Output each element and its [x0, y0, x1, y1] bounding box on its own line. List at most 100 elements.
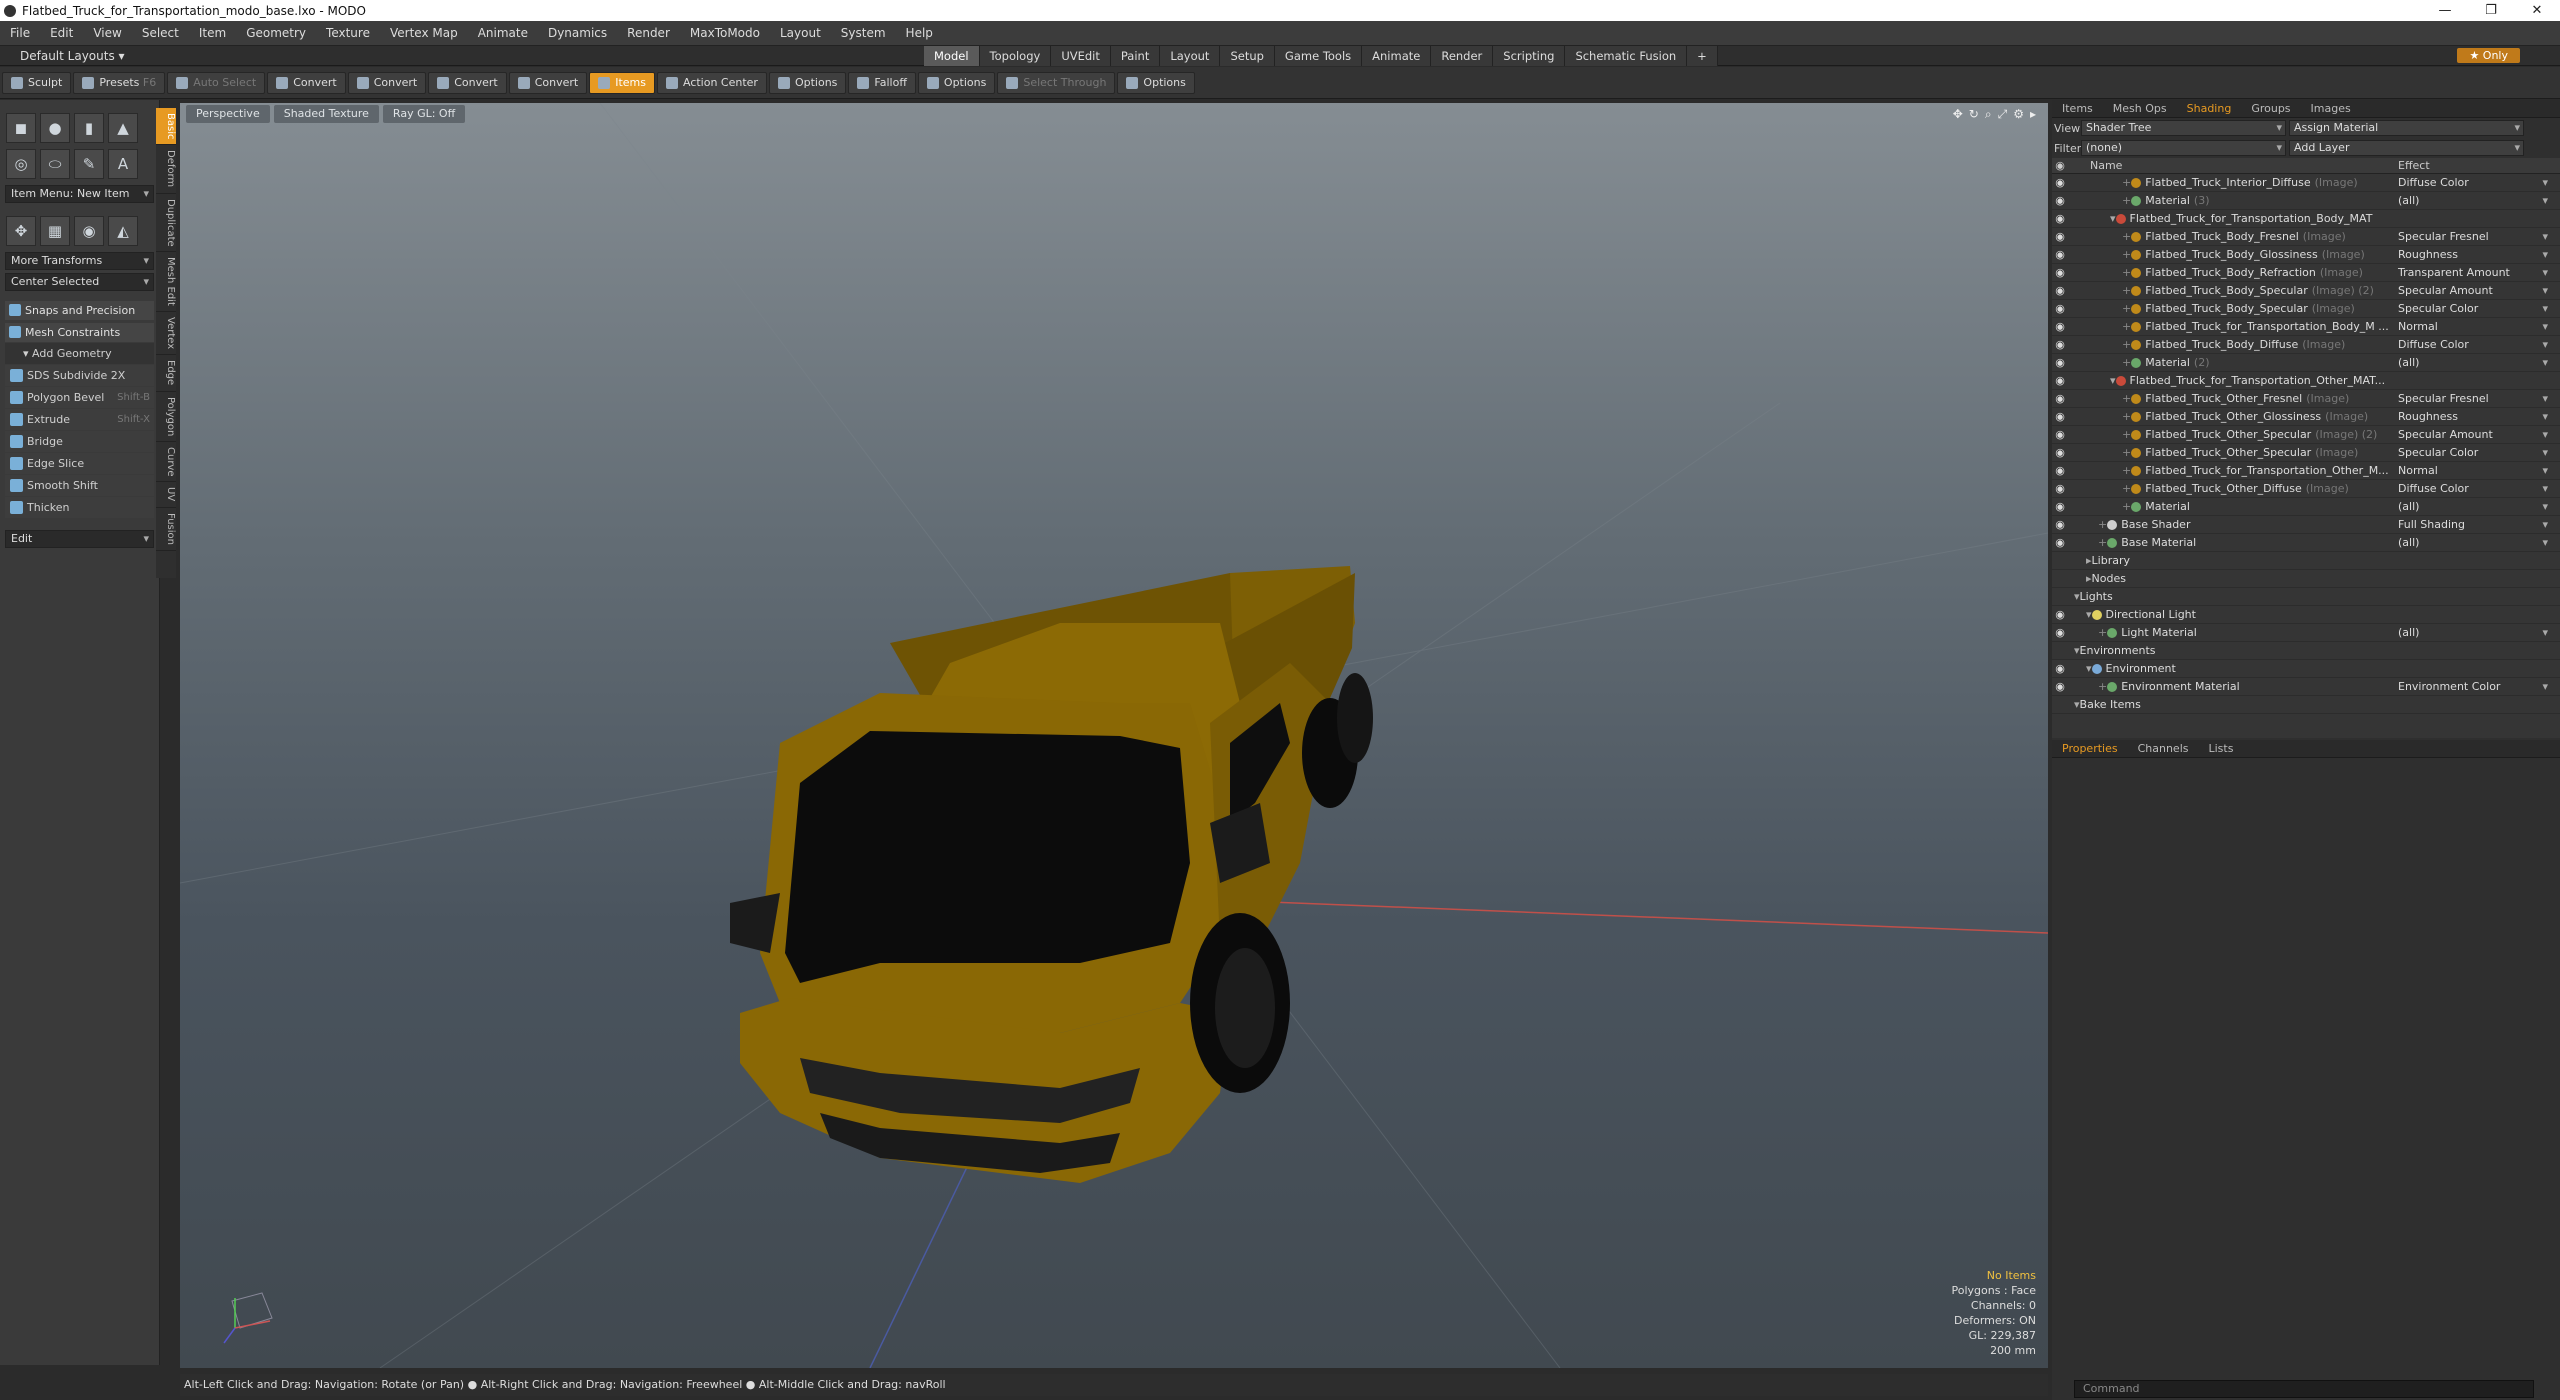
layer-effect[interactable]: (all): [2394, 536, 2552, 549]
thicken-button[interactable]: Thicken: [5, 497, 154, 518]
assign-material-dropdown[interactable]: Assign Material: [2289, 120, 2524, 136]
edge-slice-button[interactable]: Edge Slice: [5, 453, 154, 474]
layer-effect[interactable]: Specular Fresnel: [2394, 392, 2552, 405]
layer-effect[interactable]: Transparent Amount: [2394, 266, 2552, 279]
shader-tree-row[interactable]: ◉ + Flatbed_Truck_for_Transportation_Body…: [2052, 318, 2560, 336]
visibility-toggle-icon[interactable]: ◉: [2052, 266, 2068, 279]
text-icon[interactable]: A: [108, 149, 138, 179]
auto-select-button[interactable]: Auto Select: [167, 71, 266, 94]
only-toggle[interactable]: ★ Only: [2457, 48, 2520, 63]
cylinder-icon[interactable]: ▮: [74, 113, 104, 143]
pan-icon[interactable]: ✥: [1953, 107, 1963, 122]
menu-geometry[interactable]: Geometry: [236, 26, 316, 40]
shader-tree-row[interactable]: ◉ ▾ Environment: [2052, 660, 2560, 678]
action-center-button[interactable]: Action Center: [656, 71, 767, 94]
shader-tree-row[interactable]: ▸ Library: [2052, 552, 2560, 570]
shader-tree-row[interactable]: ◉ + Flatbed_Truck_Other_Specular (Image) (…: [2052, 426, 2560, 444]
layer-effect[interactable]: (all): [2394, 356, 2552, 369]
fit-icon[interactable]: ⤢: [1998, 107, 2008, 122]
menu-view[interactable]: View: [83, 26, 131, 40]
expand-plus-icon[interactable]: +: [2122, 338, 2131, 351]
layer-effect[interactable]: Environment Color: [2394, 680, 2552, 693]
grid-icon[interactable]: ▦: [40, 216, 70, 246]
move-icon[interactable]: ✥: [6, 216, 36, 246]
tab-topology[interactable]: Topology: [979, 46, 1052, 66]
shader-tree-row[interactable]: ◉ ▾ Flatbed_Truck_for_Transportation_Body…: [2052, 210, 2560, 228]
shader-tree-row[interactable]: ◉ + Flatbed_Truck_Body_Diffuse (Image) Diff…: [2052, 336, 2560, 354]
shader-tree-row[interactable]: ◉ + Material (all): [2052, 498, 2560, 516]
cone-icon[interactable]: ▲: [108, 113, 138, 143]
shader-tree-row[interactable]: ▾ Environments: [2052, 642, 2560, 660]
vtab-edge[interactable]: Edge: [156, 355, 176, 392]
sculpt-button[interactable]: Sculpt: [2, 71, 72, 94]
shader-tree-row[interactable]: ◉ + Material (2) (all): [2052, 354, 2560, 372]
layer-effect[interactable]: Normal: [2394, 464, 2552, 477]
polygon-bevel-button[interactable]: Polygon Bevel Shift-B: [5, 387, 154, 408]
center-selected-dropdown[interactable]: Center Selected: [5, 273, 154, 291]
expand-plus-icon[interactable]: +: [2122, 230, 2131, 243]
vtab-polygon[interactable]: Polygon: [156, 392, 176, 442]
expand-plus-icon[interactable]: +: [2122, 266, 2131, 279]
shader-tree-row[interactable]: ◉ + Flatbed_Truck_Interior_Diffuse (Image)…: [2052, 174, 2560, 192]
name-column-header[interactable]: Name: [2068, 158, 2394, 173]
expand-plus-icon[interactable]: +: [2122, 320, 2131, 333]
convert-materials-button[interactable]: Convert: [508, 71, 588, 94]
menu-system[interactable]: System: [831, 26, 896, 40]
shader-tree-row[interactable]: ◉ + Flatbed_Truck_Other_Diffuse (Image) Dif…: [2052, 480, 2560, 498]
edit-dropdown[interactable]: Edit: [5, 530, 154, 548]
tab-scripting[interactable]: Scripting: [1493, 46, 1566, 66]
tab-groups[interactable]: Groups: [2241, 100, 2300, 117]
tab-game-tools[interactable]: Game Tools: [1274, 46, 1363, 66]
expand-arrow-icon[interactable]: ▾: [2110, 374, 2116, 387]
expand-plus-icon[interactable]: +: [2122, 248, 2131, 261]
visibility-toggle-icon[interactable]: ◉: [2052, 410, 2068, 423]
tab-channels[interactable]: Channels: [2128, 740, 2199, 757]
vtab-uv[interactable]: UV: [156, 482, 176, 508]
tab-properties[interactable]: Properties: [2052, 740, 2128, 757]
visibility-toggle-icon[interactable]: ◉: [2052, 230, 2068, 243]
select-through-button[interactable]: Select Through: [997, 71, 1116, 94]
orbit-icon[interactable]: ↻: [1969, 107, 1979, 122]
tab-mesh-ops[interactable]: Mesh Ops: [2103, 100, 2177, 117]
shader-tree-row[interactable]: ◉ ▾ Flatbed_Truck_for_Transportation_Othe…: [2052, 372, 2560, 390]
restore-icon[interactable]: ❐: [2468, 3, 2514, 18]
layer-effect[interactable]: (all): [2394, 626, 2552, 639]
tab-items[interactable]: Items: [2052, 100, 2103, 117]
menu-layout[interactable]: Layout: [770, 26, 831, 40]
layer-effect[interactable]: Diffuse Color: [2394, 176, 2552, 189]
tab-images[interactable]: Images: [2301, 100, 2361, 117]
zoom-icon[interactable]: ⌕: [1985, 107, 1992, 122]
shader-tree-row[interactable]: ◉ + Flatbed_Truck_Other_Fresnel (Image) Spe…: [2052, 390, 2560, 408]
falloff-options-button[interactable]: Options: [917, 71, 996, 94]
vtab-vertex[interactable]: Vertex: [156, 312, 176, 356]
sds-subdivide-button[interactable]: SDS Subdivide 2X: [5, 365, 154, 386]
shader-tree-row[interactable]: ◉ + Flatbed_Truck_Other_Specular (Image) Sp…: [2052, 444, 2560, 462]
menu-render[interactable]: Render: [617, 26, 680, 40]
cube-icon[interactable]: ◼: [6, 113, 36, 143]
visibility-toggle-icon[interactable]: ◉: [2052, 518, 2068, 531]
more-transforms-dropdown[interactable]: More Transforms: [5, 252, 154, 270]
expand-plus-icon[interactable]: +: [2122, 446, 2131, 459]
add-layer-dropdown[interactable]: Add Layer: [2289, 140, 2524, 156]
tab-layout[interactable]: Layout: [1160, 46, 1221, 66]
layouts-dropdown[interactable]: Default Layouts ▾: [0, 49, 125, 63]
presets-button[interactable]: Presets F6: [73, 71, 166, 94]
shader-tree-row[interactable]: ▾ Lights: [2052, 588, 2560, 606]
close-icon[interactable]: ✕: [2514, 3, 2560, 18]
filter-dropdown[interactable]: (none): [2081, 140, 2286, 156]
expand-plus-icon[interactable]: +: [2098, 518, 2107, 531]
tab-setup[interactable]: Setup: [1220, 46, 1275, 66]
visibility-toggle-icon[interactable]: ◉: [2052, 248, 2068, 261]
menu-edit[interactable]: Edit: [40, 26, 83, 40]
falloff-button[interactable]: Falloff: [848, 71, 916, 94]
shader-tree-row[interactable]: ◉ + Base Shader Full Shading: [2052, 516, 2560, 534]
expand-plus-icon[interactable]: +: [2122, 302, 2131, 315]
expand-plus-icon[interactable]: +: [2122, 194, 2131, 207]
expand-plus-icon[interactable]: +: [2122, 464, 2131, 477]
visibility-toggle-icon[interactable]: ◉: [2052, 176, 2068, 189]
tab-shading[interactable]: Shading: [2177, 100, 2242, 117]
view-dropdown[interactable]: Shader Tree: [2081, 120, 2286, 136]
tab-animate[interactable]: Animate: [1362, 46, 1432, 66]
vtab-duplicate[interactable]: Duplicate: [156, 194, 176, 253]
shader-tree-row[interactable]: ◉ + Flatbed_Truck_for_Transportation_Othe…: [2052, 462, 2560, 480]
